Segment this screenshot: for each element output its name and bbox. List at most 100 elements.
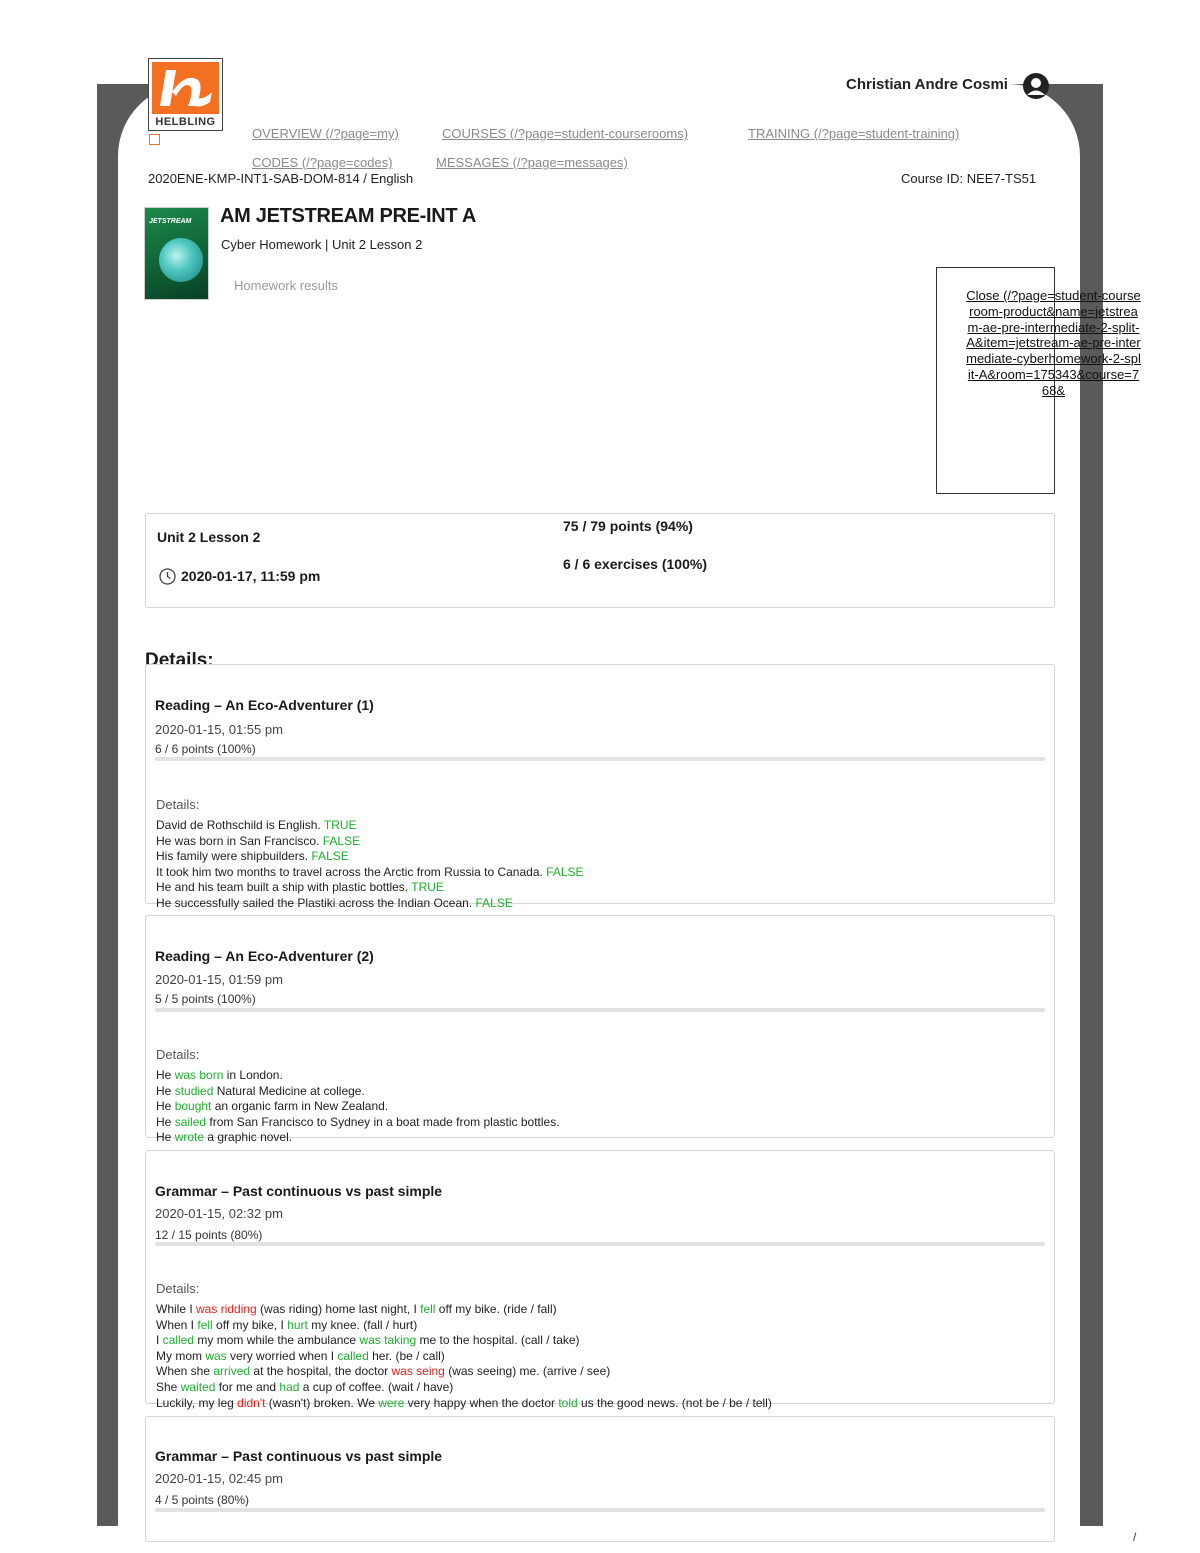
answer-line: His family were shipbuilders. FALSE [156,849,584,865]
answer-text: a cup of coffee. (wait / have) [299,1379,454,1394]
answer-text: my mom while the ambulance [194,1333,360,1348]
answer-text: me to the hospital. (call / take) [416,1333,580,1348]
nav-overview-link[interactable]: OVERVIEW (/?page=my) [252,126,399,141]
correct-answer: was born [174,1068,224,1082]
correct-answer: FALSE [322,833,361,848]
answer-text: His family were shipbuilders. [156,849,312,864]
correct-answer: called [337,1348,369,1363]
exercise-answer-list: He was born in London. He studied Natural… [156,1068,560,1146]
course-cover-image: JETSTREAM [144,207,209,300]
correct-answer: TRUE [411,880,444,895]
answer-text: (was riding) home last night, I [256,1302,421,1316]
answer-line: I called my mom while the ambulance was … [156,1333,772,1349]
answer-text: When she [156,1364,214,1379]
exercise-progress-bar [155,1242,1045,1246]
wrong-answer: didn't [237,1395,266,1410]
correct-answer: told [558,1395,578,1410]
summary-due-date: 2020-01-17, 11:59 pm [181,568,321,584]
nav-training-link[interactable]: TRAINING (/?page=student-training) [748,126,959,141]
correct-answer: had [279,1379,300,1394]
cover-globe [159,238,203,282]
exercise-date: 2020-01-15, 01:55 pm [155,722,283,737]
wrong-answer: was seing [391,1364,445,1379]
answer-text: She [156,1379,181,1394]
answer-line: When she arrived at the hospital, the do… [156,1364,772,1380]
answer-text: off my bike. (ride / fall) [435,1302,557,1316]
answer-text: He was born in San Francisco. [156,833,323,848]
exercise-progress-bar [155,757,1045,761]
answer-line: He studied Natural Medicine at college. [156,1084,560,1100]
nav-codes-link[interactable]: CODES (/?page=codes) [252,155,393,170]
answer-line: He sailed from San Francisco to Sydney i… [156,1115,560,1131]
helbling-logo[interactable]: HELBLING [148,58,223,131]
answer-text: He [156,1130,175,1145]
correct-answer: was taking [359,1333,417,1348]
answer-text: It took him two months to travel across … [156,864,547,879]
answer-text: He [156,1083,175,1098]
class-code: 2020ENE-KMP-INT1-SAB-DOM-814 / English [148,171,414,186]
close-link[interactable]: Close (/?page=student-courseroom-product… [966,288,1141,399]
answer-line: She waited for me and had a cup of coffe… [156,1380,772,1396]
exercise-answer-list: While I was ridding (was riding) home la… [156,1302,772,1411]
answer-line: He was born in London. [156,1068,560,1084]
exercise-details-label: Details: [156,1281,200,1296]
answer-text: I [156,1333,163,1348]
course-subtitle: Cyber Homework | Unit 2 Lesson 2 [221,237,423,252]
exercise-progress-bar [155,1008,1045,1012]
answer-line: He successfully sailed the Plastiki acro… [156,896,584,912]
answer-text: While I [156,1302,197,1316]
correct-answer: TRUE [323,818,357,832]
answer-line: Luckily, my leg didn't (wasn't) broken. … [156,1396,772,1412]
correct-answer: FALSE [546,864,584,879]
summary-exercises: 6 / 6 exercises (100%) [563,556,707,572]
clock-icon [159,568,176,590]
home-icon[interactable] [149,134,160,145]
answer-text: from San Francisco to Sydney in a boat m… [206,1114,560,1129]
answer-line: When I fell off my bike, I hurt my knee.… [156,1318,772,1334]
correct-answer: wrote [174,1130,205,1145]
exercise-answer-list: David de Rothschild is English. TRUE He w… [156,818,584,912]
answer-text: My mom [156,1348,206,1363]
answer-text: David de Rothschild is English. [156,818,324,832]
exercise-points: 4 / 5 points (80%) [155,1493,250,1507]
answer-text: When I [156,1317,198,1332]
answer-text: an organic farm in New Zealand. [211,1099,389,1114]
exercise-points: 5 / 5 points (100%) [155,992,256,1006]
course-id: Course ID: NEE7-TS51 [901,171,1037,186]
answer-line: He bought an organic farm in New Zealand… [156,1099,560,1115]
answer-text: my knee. (fall / hurt) [307,1317,418,1332]
page-mark: / [1133,1530,1137,1544]
correct-answer: FALSE [311,849,349,864]
answer-text: He successfully sailed the Plastiki acro… [156,895,476,910]
answer-text: off my bike, I [212,1317,288,1332]
user-name[interactable]: Christian Andre Cosmi [846,76,1008,93]
answer-text: us the good news. (not be / be / tell) [577,1395,772,1410]
answer-line: He was born in San Francisco. FALSE [156,834,584,850]
answer-text: (was seeing) me. (arrive / see) [444,1364,611,1379]
nav-messages-link[interactable]: MESSAGES (/?page=messages) [436,155,628,170]
exercise-title: Grammar – Past continuous vs past simple [155,1448,443,1464]
exercise-date: 2020-01-15, 02:45 pm [155,1471,283,1486]
correct-answer: fell [197,1317,213,1332]
summary-points: 75 / 79 points (94%) [563,518,693,534]
answer-text: for me and [215,1379,280,1394]
answer-text: He and his team built a ship with plasti… [156,880,412,895]
answer-text: He [156,1068,175,1082]
correct-answer: were [378,1395,405,1410]
correct-answer: hurt [287,1317,308,1332]
answer-line: David de Rothschild is English. TRUE [156,818,584,834]
exercise-progress-bar [155,1508,1045,1512]
answer-text: He [156,1114,175,1129]
answer-text: very happy when the doctor [404,1395,559,1410]
exercise-details-label: Details: [156,1047,200,1062]
correct-answer: called [162,1333,195,1348]
answer-text: in London. [223,1068,283,1082]
exercise-title: Reading – An Eco-Adventurer (2) [155,948,374,964]
answer-text: at the hospital, the doctor [250,1364,392,1379]
correct-answer: fell [420,1302,436,1316]
correct-answer: FALSE [475,895,513,910]
nav-courses-link[interactable]: COURSES (/?page=student-courserooms) [442,126,688,141]
logo-mark [152,62,219,114]
correct-answer: bought [174,1099,212,1114]
user-avatar-icon[interactable] [1022,72,1050,105]
